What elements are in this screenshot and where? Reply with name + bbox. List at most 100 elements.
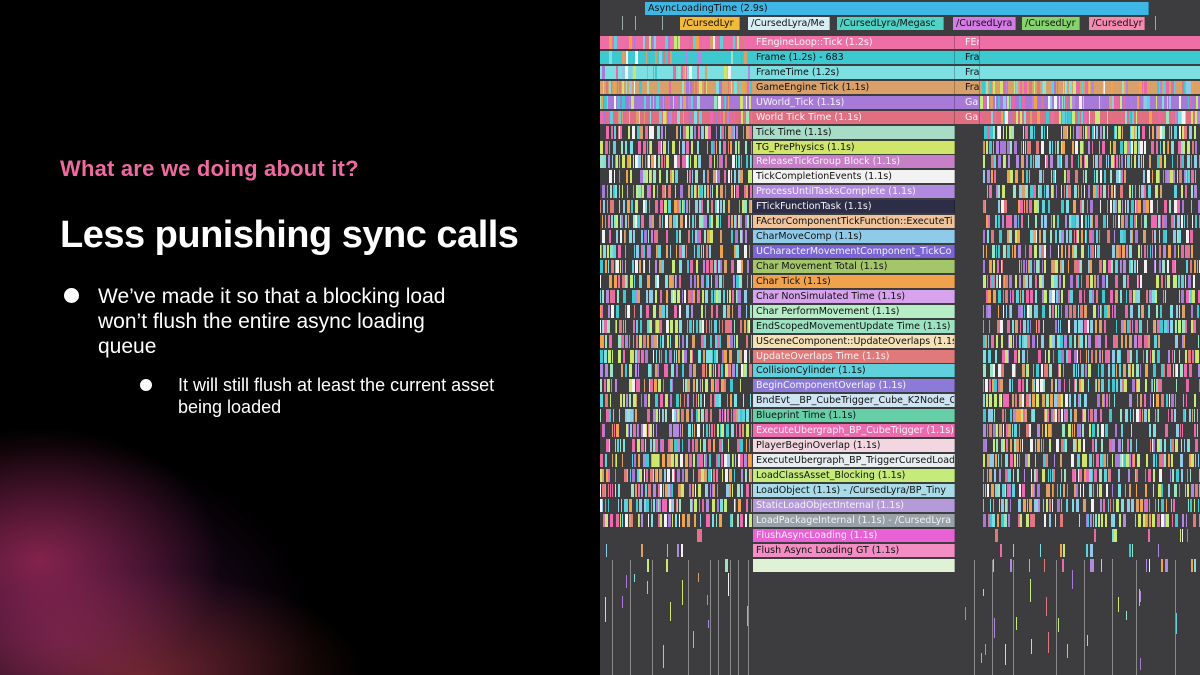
frame-span[interactable] [984, 96, 986, 109]
frame-span[interactable] [1037, 81, 1040, 94]
frame-span[interactable] [1069, 81, 1072, 94]
frame-span[interactable] [1035, 215, 1037, 228]
frame-span[interactable] [1122, 245, 1125, 258]
timer-event[interactable]: BndEvt__BP_CubeTrigger_Cube_K2Node_C [753, 394, 955, 407]
frame-span[interactable] [1057, 81, 1058, 94]
frame-span[interactable] [606, 469, 608, 482]
frame-span[interactable] [700, 514, 701, 527]
frame-span[interactable] [721, 379, 724, 392]
frame-span[interactable] [1142, 409, 1143, 422]
frame-span[interactable] [640, 126, 643, 139]
frame-span[interactable] [1045, 409, 1047, 422]
frame-span[interactable] [985, 200, 986, 213]
frame-span[interactable] [704, 81, 706, 94]
frame-span[interactable] [656, 230, 658, 243]
frame-span[interactable] [1061, 409, 1063, 422]
frame-span[interactable] [655, 290, 657, 303]
frame-span[interactable] [1108, 350, 1110, 363]
frame-span[interactable] [669, 111, 672, 124]
frame-span[interactable] [624, 111, 625, 124]
frame-span[interactable] [699, 111, 702, 124]
frame-span[interactable] [1110, 141, 1111, 154]
frame-span[interactable] [1093, 185, 1096, 198]
frame-span[interactable] [1116, 364, 1117, 377]
frame-span[interactable] [1036, 469, 1038, 482]
frame-span[interactable] [649, 36, 651, 49]
frame-span[interactable] [714, 320, 717, 333]
frame-span[interactable] [600, 245, 601, 258]
frame-span[interactable] [1153, 364, 1156, 377]
frame-span[interactable] [746, 96, 747, 109]
frame-span[interactable] [648, 484, 651, 497]
frame-span[interactable] [1093, 454, 1094, 467]
frame-span[interactable] [1158, 335, 1160, 348]
frame-span[interactable] [1175, 394, 1176, 407]
frame-span[interactable] [1112, 529, 1114, 542]
frame-span[interactable] [691, 409, 693, 422]
frame-span[interactable] [612, 290, 615, 303]
frame-span[interactable] [989, 320, 990, 333]
frame-span[interactable] [605, 260, 607, 273]
frame-span[interactable] [1046, 597, 1047, 616]
frame-span[interactable] [629, 499, 632, 512]
frame-span[interactable] [746, 305, 747, 318]
frame-span[interactable] [703, 424, 704, 437]
frame-span[interactable] [632, 454, 633, 467]
frame-span[interactable] [1044, 559, 1045, 572]
frame-span[interactable] [1170, 469, 1171, 482]
frame-span[interactable] [1120, 379, 1122, 392]
frame-span[interactable] [1196, 96, 1198, 109]
tick-mark[interactable] [1155, 16, 1156, 30]
frame-span[interactable] [1006, 439, 1008, 452]
frame-span[interactable] [1003, 155, 1005, 168]
frame-span[interactable] [656, 424, 657, 437]
frame-span[interactable] [605, 499, 606, 512]
frame-span[interactable] [1197, 424, 1198, 437]
timer-event[interactable]: Char PerformMovement (1.1s) [753, 305, 955, 318]
frame-span[interactable] [1068, 320, 1070, 333]
frame-span[interactable] [1136, 350, 1137, 363]
frame-span[interactable] [746, 409, 749, 422]
frame-span[interactable] [1074, 484, 1076, 497]
tick-mark[interactable] [622, 16, 623, 30]
frame-span[interactable] [664, 155, 665, 168]
frame-span[interactable] [655, 66, 656, 79]
frame-span[interactable] [1018, 499, 1020, 512]
frame-span[interactable] [1020, 290, 1021, 303]
frame-span[interactable] [1112, 560, 1113, 675]
frame-span[interactable] [697, 290, 698, 303]
frame-span[interactable] [611, 215, 613, 228]
frame-span[interactable] [705, 66, 707, 79]
frame-span[interactable] [1092, 469, 1093, 482]
frame-span[interactable] [670, 245, 671, 258]
frame-span[interactable] [1123, 454, 1124, 467]
frame-span[interactable] [1025, 245, 1026, 258]
frame-span[interactable] [1088, 409, 1089, 422]
frame-span[interactable] [710, 36, 713, 49]
frame-span[interactable] [638, 185, 641, 198]
frame-span[interactable] [1047, 364, 1048, 377]
frame-span[interactable] [1130, 364, 1131, 377]
frame-span[interactable] [1125, 230, 1126, 243]
frame-span[interactable] [1095, 335, 1098, 348]
frame-span[interactable] [1055, 260, 1058, 273]
frame-span[interactable] [1033, 364, 1034, 377]
frame-span[interactable] [1054, 394, 1057, 407]
frame-span[interactable] [681, 484, 684, 497]
frame-span[interactable] [1090, 559, 1093, 572]
frame-span[interactable] [615, 484, 616, 497]
frame-span[interactable] [1167, 170, 1170, 183]
frame-span[interactable] [1181, 111, 1182, 124]
frame-span[interactable] [1053, 170, 1055, 183]
frame-span[interactable] [1092, 141, 1093, 154]
frame-span[interactable] [690, 499, 692, 512]
frame-span[interactable] [750, 305, 752, 318]
frame-span[interactable] [1164, 215, 1167, 228]
frame-span[interactable] [638, 484, 640, 497]
frame-span[interactable] [711, 200, 713, 213]
frame-span[interactable] [1030, 111, 1032, 124]
frame-span[interactable] [1081, 111, 1083, 124]
frame-span[interactable] [639, 81, 642, 94]
frame-span[interactable] [699, 200, 701, 213]
frame-span[interactable] [1157, 320, 1160, 333]
